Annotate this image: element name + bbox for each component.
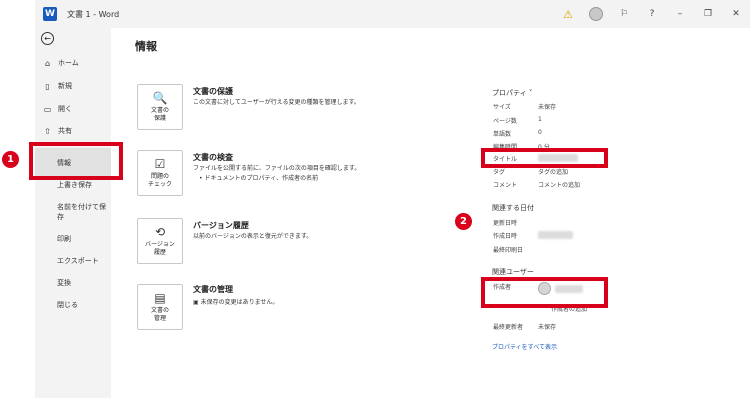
account-avatar[interactable] [582, 0, 610, 28]
section-title: 文書の保護 [193, 87, 233, 96]
minimize-button[interactable]: – [666, 0, 694, 28]
info-pane: 情報 🔍 文書の 保護 文書の保護 この文書に対してユーザーが行える変更の種類を… [111, 28, 750, 398]
restore-button[interactable]: ❐ [694, 0, 722, 28]
section-desc: ▣ 未保存の変更はありません。 [193, 299, 279, 306]
tile-label: 文書の 保護 [150, 107, 169, 122]
inspect-icon: ☑ [154, 157, 166, 171]
arrow-left-icon[interactable]: ← [41, 32, 54, 45]
prop-label: 単語数 [493, 131, 512, 138]
sidebar-item-open[interactable]: ▭ 開く [43, 104, 72, 114]
prop-label: 最終印刷日 [493, 247, 524, 254]
highlight-title-field [481, 148, 608, 168]
sidebar-item-save-as[interactable]: 名前を付けて保存 [57, 202, 107, 222]
created-date-blurred [538, 231, 573, 239]
lock-icon: 🔍 [152, 91, 168, 105]
add-tag-field[interactable]: タグの追加 [538, 167, 568, 176]
add-comment-field[interactable]: コメントの追加 [538, 180, 580, 189]
prop-value: 0 [538, 129, 542, 136]
bullet-item: • ドキュメントのプロパティ、作成者の名前 [199, 175, 319, 182]
prop-label: コメント [493, 182, 518, 189]
prop-label: ページ数 [493, 118, 517, 125]
properties-heading[interactable]: プロパティ ˅ [492, 88, 532, 98]
warning-icon[interactable]: ⚠ [554, 0, 582, 28]
tile-label: 問題の チェック [147, 173, 172, 188]
section-desc: この文書に対してユーザーが行える変更の種類を管理します。 [193, 99, 360, 106]
check-issues-button[interactable]: ☑ 問題の チェック [137, 150, 183, 196]
history-icon: ⟲ [154, 225, 166, 239]
section-title: 文書の管理 [193, 285, 233, 294]
sidebar-item-export[interactable]: エクスポート [57, 256, 107, 266]
last-modified-label: 最終更新者 [493, 324, 524, 331]
help-button[interactable]: ? [638, 0, 666, 28]
home-icon: ⌂ [44, 58, 51, 68]
document-icon: ▤ [154, 291, 166, 305]
protect-document-button[interactable]: 🔍 文書の 保護 [137, 84, 183, 130]
open-folder-icon: ▭ [43, 104, 52, 114]
sidebar-item-home[interactable]: ⌂ ホーム [43, 58, 79, 68]
sidebar-item-share[interactable]: ⇧ 共有 [43, 126, 72, 136]
window-title: 文書 1 - Word [67, 9, 120, 19]
sidebar-item-new[interactable]: ▯ 新規 [43, 81, 72, 91]
close-button[interactable]: ✕ [722, 0, 750, 28]
highlight-author-field [481, 277, 608, 308]
section-desc: ファイルを公開する前に、ファイルの次の項目を確認します。 [193, 165, 361, 172]
tile-label: バージョン 履歴 [145, 241, 175, 256]
prop-label: 作成日時 [493, 233, 518, 240]
related-people-heading: 関連ユーザー [492, 268, 534, 276]
title-bar: W 文書 1 - Word ⚠ ⚐ ? – ❐ ✕ [35, 0, 750, 28]
backstage-sidebar: ← ⌂ ホーム ▯ 新規 ▭ 開く ⇧ 共有 情報 上書き保存 名前を付けて保存… [35, 28, 111, 398]
left-margin [0, 0, 35, 398]
sidebar-item-close[interactable]: 閉じる [57, 300, 107, 310]
annotation-badge-1: 1 [2, 151, 19, 168]
coauthoring-icon[interactable]: ⚐ [610, 0, 638, 28]
section-desc: 以前のバージョンの表示と復元ができます。 [193, 233, 313, 240]
section-title: 文書の検査 [193, 153, 233, 162]
annotation-badge-2: 2 [455, 213, 472, 230]
sidebar-item-print[interactable]: 印刷 [57, 234, 107, 244]
tile-label: 文書の 管理 [150, 307, 169, 322]
word-app-icon: W [43, 7, 57, 21]
sidebar-item-save[interactable]: 上書き保存 [57, 180, 107, 190]
sidebar-item-transform[interactable]: 変換 [57, 278, 107, 288]
page-title: 情報 [135, 40, 157, 53]
manage-document-button[interactable]: ▤ 文書の 管理 [137, 284, 183, 330]
section-title: バージョン履歴 [193, 221, 249, 230]
show-all-properties-link[interactable]: プロパティをすべて表示 [492, 342, 557, 351]
new-doc-icon: ▯ [45, 81, 50, 91]
prop-label: タグ [493, 169, 506, 176]
version-history-button[interactable]: ⟲ バージョン 履歴 [137, 218, 183, 264]
prop-label: 更新日時 [493, 220, 518, 227]
last-modified-value: 未保存 [538, 324, 557, 331]
prop-value: 未保存 [538, 104, 557, 111]
share-icon: ⇧ [44, 126, 51, 136]
prop-label: サイズ [493, 104, 511, 111]
highlight-info-item [29, 142, 123, 180]
related-dates-heading: 関連する日付 [492, 204, 534, 212]
prop-value: 1 [538, 116, 542, 123]
